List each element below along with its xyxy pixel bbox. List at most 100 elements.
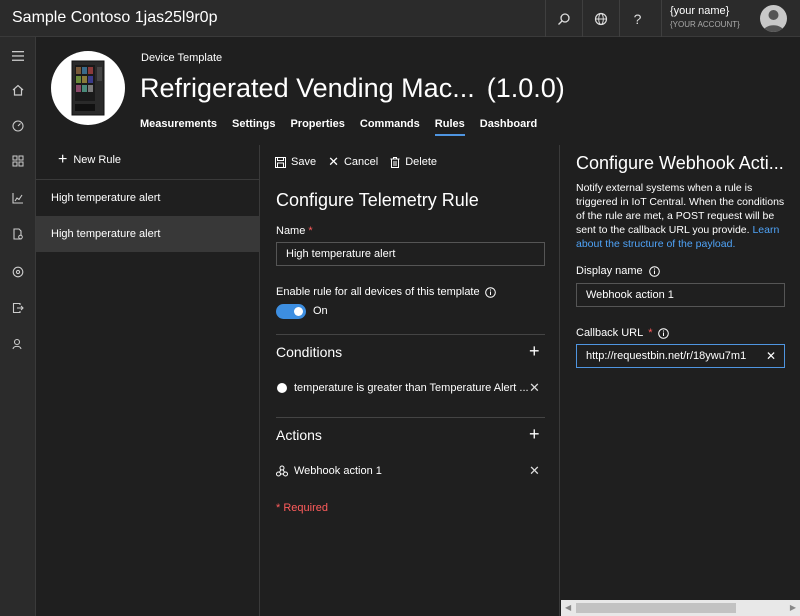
delete-button[interactable]: Delete	[390, 154, 437, 170]
nav-analytics[interactable]	[0, 181, 36, 215]
tab-properties[interactable]: Properties	[290, 118, 344, 136]
top-bar: Sample Contoso 1jas25l9r0p ? {your name}…	[0, 0, 800, 37]
vending-machine-icon	[71, 60, 105, 116]
display-name-label: Display name	[576, 265, 660, 277]
add-condition-button[interactable]: +	[529, 341, 540, 361]
horizontal-scrollbar[interactable]: ◀ ▶	[561, 600, 800, 616]
save-icon	[275, 156, 286, 168]
search-icon	[557, 12, 570, 25]
action-item[interactable]: Webhook action 1	[294, 465, 382, 477]
callback-url-label: Callback URL *	[576, 327, 669, 339]
account-menu[interactable]: {your name} {YOUR ACCOUNT}	[661, 0, 800, 37]
new-rule-button[interactable]: + New Rule	[58, 151, 121, 168]
globe-icon	[594, 12, 607, 25]
webhook-panel-title: Configure Webhook Acti...	[576, 153, 784, 173]
export-icon	[12, 302, 24, 314]
hamburger-icon	[12, 51, 24, 61]
nav-menu-button[interactable]	[0, 39, 36, 73]
condition-item[interactable]: temperature is greater than Temperature …	[294, 382, 529, 394]
nav-users[interactable]	[0, 327, 36, 361]
panel-title: Configure Telemetry Rule	[276, 190, 479, 210]
required-marker: *	[308, 225, 313, 237]
name-label-text: Name	[276, 225, 306, 237]
display-name-input[interactable]: Webhook action 1	[576, 283, 785, 307]
clear-input-button[interactable]: ✕	[766, 345, 776, 367]
rule-list-item[interactable]: High temperature alert	[36, 180, 260, 216]
display-name-label-text: Display name	[576, 265, 643, 277]
close-icon: ✕	[529, 463, 540, 478]
app-title: Sample Contoso 1jas25l9r0p	[12, 9, 218, 26]
scrollbar-thumb[interactable]	[576, 603, 736, 613]
remove-condition-button[interactable]: ✕	[529, 380, 540, 396]
tab-dashboard[interactable]: Dashboard	[480, 118, 537, 136]
info-icon[interactable]	[657, 327, 669, 339]
template-tabs: Measurements Settings Properties Command…	[140, 118, 552, 136]
condition-bullet-icon	[277, 383, 287, 393]
enable-rule-text: Enable rule for all devices of this temp…	[276, 286, 480, 298]
divider	[276, 417, 545, 418]
user-account: {YOUR ACCOUNT}	[670, 20, 740, 29]
search-button[interactable]	[545, 0, 581, 37]
nav-export[interactable]	[0, 291, 36, 325]
webhook-config-panel: Configure Webhook Acti... Notify externa…	[561, 145, 800, 616]
save-button[interactable]: Save	[275, 154, 316, 170]
chart-icon	[12, 193, 23, 204]
help-icon: ?	[633, 10, 642, 27]
required-note: * Required	[276, 502, 328, 514]
person-icon	[763, 10, 784, 32]
actions-heading: Actions	[276, 427, 322, 443]
rule-list-item-selected[interactable]: High temperature alert	[36, 216, 260, 252]
callback-url-input[interactable]: http://requestbin.net/r/18ywu7m1 ✕	[576, 344, 785, 368]
webhook-description: Notify external systems when a rule is t…	[576, 181, 791, 251]
tab-commands[interactable]: Commands	[360, 118, 420, 136]
scroll-right-icon[interactable]: ▶	[790, 603, 796, 612]
toggle-knob	[294, 307, 303, 316]
add-action-button[interactable]: +	[529, 424, 540, 444]
template-version: (1.0.0)	[486, 73, 565, 103]
cancel-button[interactable]: ✕ Cancel	[328, 154, 378, 170]
settings-icon	[12, 266, 24, 278]
scroll-left-icon[interactable]: ◀	[565, 603, 571, 612]
plus-icon: +	[529, 341, 540, 361]
enable-rule-toggle[interactable]	[276, 304, 306, 319]
nav-dashboard[interactable]	[0, 109, 36, 143]
user-name: {your name}	[670, 5, 730, 17]
toggle-state-label: On	[313, 305, 328, 317]
rule-config-panel: Save ✕ Cancel Delete Configure Telemetry…	[261, 145, 560, 616]
enable-rule-label: Enable rule for all devices of this temp…	[276, 286, 496, 298]
info-icon[interactable]	[648, 265, 660, 277]
page-title: Refrigerated Vending Mac... (1.0.0)	[140, 73, 565, 104]
device-image	[51, 51, 125, 125]
template-name: Refrigerated Vending Mac...	[140, 73, 475, 103]
nav-jobs[interactable]	[0, 217, 36, 251]
home-icon	[12, 84, 24, 96]
language-button[interactable]	[582, 0, 618, 37]
template-header: Device Template Refrigerated Vending Mac…	[36, 37, 800, 145]
conditions-heading: Conditions	[276, 344, 343, 360]
help-button[interactable]: ?	[619, 0, 655, 37]
nav-home[interactable]	[0, 73, 36, 107]
device-template-label: Device Template	[141, 52, 223, 64]
webhook-icon	[276, 465, 288, 477]
callback-url-value: http://requestbin.net/r/18ywu7m1	[586, 350, 747, 362]
tab-rules[interactable]: Rules	[434, 118, 465, 136]
gauge-icon	[12, 120, 24, 132]
tab-measurements[interactable]: Measurements	[140, 118, 217, 136]
plus-icon: +	[58, 151, 68, 168]
name-label: Name *	[276, 225, 313, 237]
rule-name-input[interactable]: High temperature alert	[276, 242, 545, 266]
info-icon[interactable]	[484, 286, 496, 298]
plus-icon: +	[529, 424, 540, 444]
close-icon: ✕	[328, 154, 339, 169]
avatar[interactable]	[760, 5, 787, 32]
trash-icon	[390, 156, 400, 168]
nav-administration[interactable]	[0, 255, 36, 289]
close-icon: ✕	[765, 349, 776, 363]
document-gear-icon	[13, 228, 23, 240]
nav-device-templates[interactable]	[0, 144, 36, 178]
close-icon: ✕	[529, 380, 540, 395]
remove-action-button[interactable]: ✕	[529, 463, 540, 479]
tab-settings[interactable]: Settings	[232, 118, 275, 136]
required-marker: *	[648, 327, 653, 339]
callback-url-label-text: Callback URL	[576, 327, 644, 339]
